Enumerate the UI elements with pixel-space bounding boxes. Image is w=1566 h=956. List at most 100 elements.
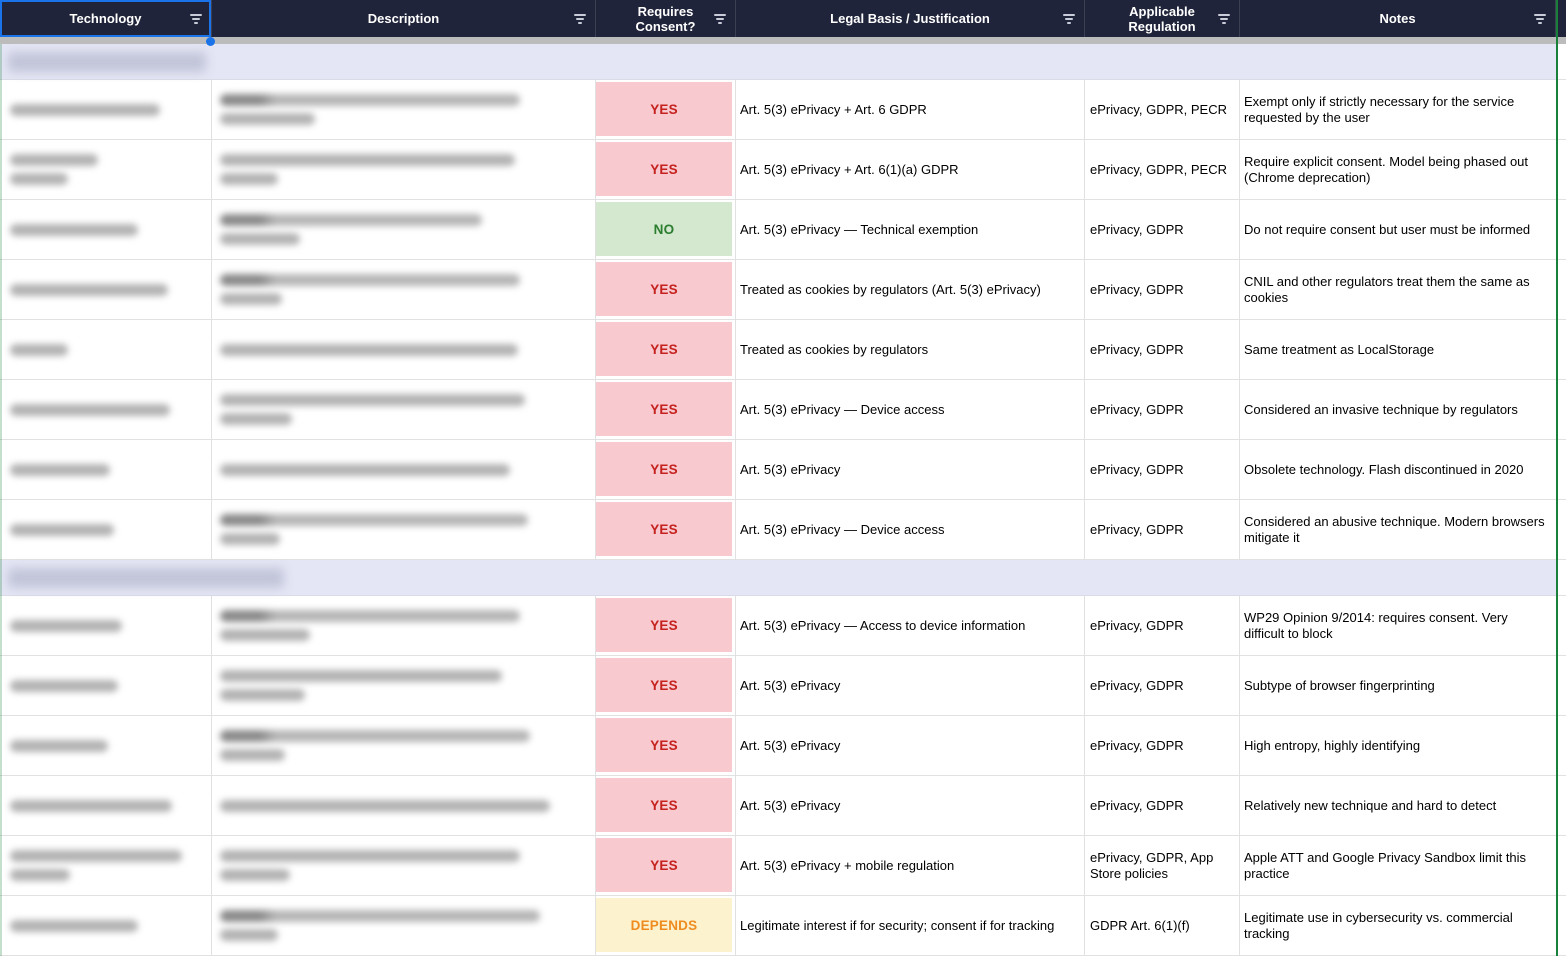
regulation-cell[interactable]: ePrivacy, GDPR, App Store policies [1085, 836, 1240, 896]
legal-basis-cell[interactable]: Art. 5(3) ePrivacy + Art. 6(1)(a) GDPR [736, 140, 1085, 200]
consent-cell[interactable]: YES [596, 596, 736, 656]
legal-basis-cell[interactable]: Art. 5(3) ePrivacy [736, 440, 1085, 500]
description-cell[interactable] [212, 776, 596, 836]
notes-cell[interactable]: Considered an abusive technique. Modern … [1240, 500, 1556, 560]
notes-cell[interactable]: Same treatment as LocalStorage [1240, 320, 1556, 380]
technology-cell[interactable] [0, 440, 212, 500]
description-cell[interactable] [212, 656, 596, 716]
consent-cell[interactable]: NO [596, 200, 736, 260]
legal-basis-cell[interactable]: Art. 5(3) ePrivacy [736, 656, 1085, 716]
consent-cell[interactable]: YES [596, 500, 736, 560]
consent-cell[interactable]: YES [596, 320, 736, 380]
consent-cell[interactable]: YES [596, 140, 736, 200]
regulation-cell[interactable]: ePrivacy, GDPR, PECR [1085, 80, 1240, 140]
regulation-cell[interactable]: ePrivacy, GDPR [1085, 440, 1240, 500]
consent-cell[interactable]: YES [596, 380, 736, 440]
technology-cell[interactable] [0, 716, 212, 776]
technology-cell[interactable] [0, 380, 212, 440]
notes-cell[interactable]: High entropy, highly identifying [1240, 716, 1556, 776]
section-header-cell[interactable] [0, 44, 1556, 80]
notes-cell[interactable]: CNIL and other regulators treat them the… [1240, 260, 1556, 320]
regulation-cell[interactable]: ePrivacy, GDPR [1085, 380, 1240, 440]
legal-basis-cell[interactable]: Art. 5(3) ePrivacy [736, 776, 1085, 836]
notes-cell[interactable]: Do not require consent but user must be … [1240, 200, 1556, 260]
notes-cell[interactable]: Legitimate use in cybersecurity vs. comm… [1240, 896, 1556, 956]
description-cell[interactable] [212, 836, 596, 896]
filter-icon[interactable] [574, 13, 586, 24]
column-header-description[interactable]: Description [212, 0, 596, 37]
description-cell[interactable] [212, 200, 596, 260]
description-cell[interactable] [212, 716, 596, 776]
regulation-cell[interactable]: ePrivacy, GDPR [1085, 260, 1240, 320]
regulation-cell[interactable]: GDPR Art. 6(1)(f) [1085, 896, 1240, 956]
legal-basis-cell[interactable]: Art. 5(3) ePrivacy — Device access [736, 500, 1085, 560]
column-header-technology[interactable]: Technology [0, 0, 215, 46]
notes-cell[interactable]: Relatively new technique and hard to det… [1240, 776, 1556, 836]
consent-cell[interactable]: YES [596, 776, 736, 836]
technology-cell[interactable] [0, 896, 212, 956]
legal-basis-cell[interactable]: Art. 5(3) ePrivacy + Art. 6 GDPR [736, 80, 1085, 140]
consent-cell[interactable]: DEPENDS [596, 896, 736, 956]
technology-cell[interactable] [0, 656, 212, 716]
regulation-cell[interactable]: ePrivacy, GDPR [1085, 200, 1240, 260]
technology-cell[interactable] [0, 200, 212, 260]
regulation-cell[interactable]: ePrivacy, GDPR [1085, 596, 1240, 656]
column-header-notes[interactable]: Notes [1240, 0, 1556, 37]
selection-handle[interactable] [206, 37, 215, 46]
technology-cell[interactable] [0, 140, 212, 200]
filter-icon[interactable] [714, 13, 726, 24]
description-cell[interactable] [212, 440, 596, 500]
technology-cell[interactable] [0, 596, 212, 656]
description-cell[interactable] [212, 596, 596, 656]
column-header-requires-consent[interactable]: Requires Consent? [596, 0, 736, 37]
technology-cell[interactable] [0, 776, 212, 836]
legal-basis-cell[interactable]: Art. 5(3) ePrivacy + mobile regulation [736, 836, 1085, 896]
notes-cell[interactable]: WP29 Opinion 9/2014: requires consent. V… [1240, 596, 1556, 656]
consent-cell[interactable]: YES [596, 716, 736, 776]
regulation-cell[interactable]: ePrivacy, GDPR [1085, 500, 1240, 560]
filter-icon[interactable] [1534, 13, 1546, 24]
legal-basis-cell[interactable]: Art. 5(3) ePrivacy — Technical exemption [736, 200, 1085, 260]
description-cell[interactable] [212, 140, 596, 200]
consent-cell[interactable]: YES [596, 440, 736, 500]
consent-cell[interactable]: YES [596, 656, 736, 716]
description-cell[interactable] [212, 80, 596, 140]
column-header-applicable-regulation[interactable]: Applicable Regulation [1085, 0, 1240, 37]
consent-cell[interactable]: YES [596, 260, 736, 320]
notes-cell[interactable]: Require explicit consent. Model being ph… [1240, 140, 1556, 200]
regulation-cell[interactable]: ePrivacy, GDPR [1085, 320, 1240, 380]
legal-basis-cell[interactable]: Legitimate interest if for security; con… [736, 896, 1085, 956]
description-cell[interactable] [212, 500, 596, 560]
notes-cell[interactable]: Obsolete technology. Flash discontinued … [1240, 440, 1556, 500]
legal-basis-cell[interactable]: Treated as cookies by regulators (Art. 5… [736, 260, 1085, 320]
technology-cell[interactable] [0, 500, 212, 560]
legal-basis-cell[interactable]: Art. 5(3) ePrivacy — Device access [736, 380, 1085, 440]
column-header-legal-basis[interactable]: Legal Basis / Justification [736, 0, 1085, 37]
regulation-cell[interactable]: ePrivacy, GDPR [1085, 656, 1240, 716]
consent-cell[interactable]: YES [596, 80, 736, 140]
section-header-row[interactable] [0, 44, 1566, 80]
filter-icon[interactable] [1063, 13, 1075, 24]
description-cell[interactable] [212, 380, 596, 440]
notes-cell[interactable]: Subtype of browser fingerprinting [1240, 656, 1556, 716]
legal-basis-cell[interactable]: Art. 5(3) ePrivacy — Access to device in… [736, 596, 1085, 656]
description-cell[interactable] [212, 260, 596, 320]
section-header-row[interactable] [0, 560, 1566, 596]
legal-basis-cell[interactable]: Art. 5(3) ePrivacy [736, 716, 1085, 776]
legal-basis-cell[interactable]: Treated as cookies by regulators [736, 320, 1085, 380]
regulation-cell[interactable]: ePrivacy, GDPR [1085, 716, 1240, 776]
technology-cell[interactable] [0, 80, 212, 140]
technology-cell[interactable] [0, 320, 212, 380]
technology-cell[interactable] [0, 836, 212, 896]
description-cell[interactable] [212, 320, 596, 380]
technology-cell[interactable] [0, 260, 212, 320]
description-cell[interactable] [212, 896, 596, 956]
consent-cell[interactable]: YES [596, 836, 736, 896]
notes-cell[interactable]: Considered an invasive technique by regu… [1240, 380, 1556, 440]
filter-icon[interactable] [1218, 13, 1230, 24]
regulation-cell[interactable]: ePrivacy, GDPR [1085, 776, 1240, 836]
notes-cell[interactable]: Apple ATT and Google Privacy Sandbox lim… [1240, 836, 1556, 896]
notes-cell[interactable]: Exempt only if strictly necessary for th… [1240, 80, 1556, 140]
filter-icon[interactable] [190, 13, 202, 24]
regulation-cell[interactable]: ePrivacy, GDPR, PECR [1085, 140, 1240, 200]
